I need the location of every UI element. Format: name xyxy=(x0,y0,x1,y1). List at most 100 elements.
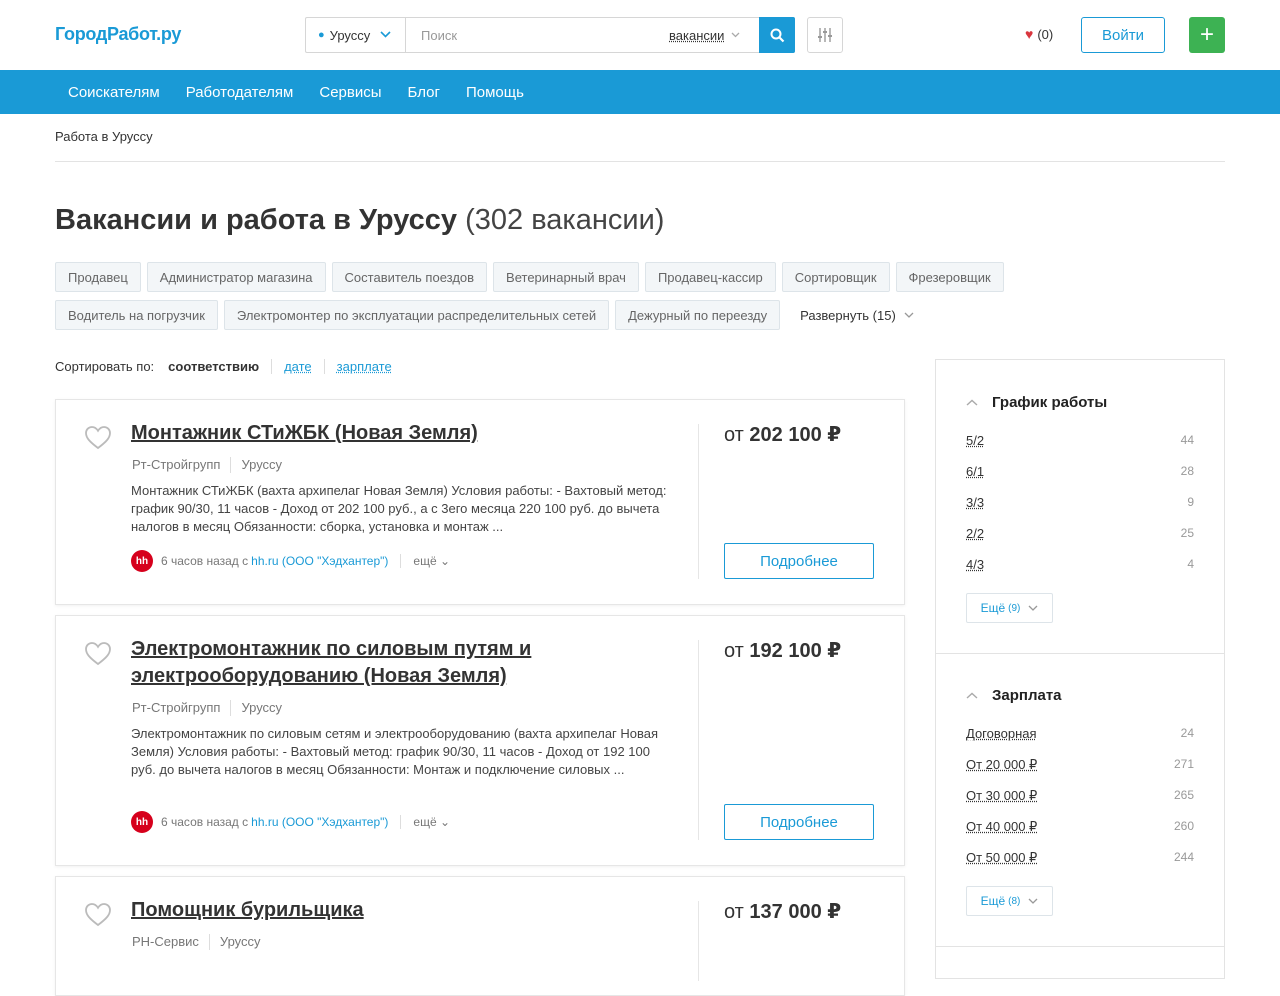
facet-count: 271 xyxy=(1174,757,1194,773)
chevron-down-icon xyxy=(1028,896,1038,907)
nav-item-services[interactable]: Сервисы xyxy=(306,84,394,101)
vacancy-meta: Рт-Стройгрупп Уруссу xyxy=(132,457,282,473)
tag-item[interactable]: Водитель на погрузчик xyxy=(55,300,218,330)
facet-option[interactable]: 2/2 xyxy=(966,526,984,541)
sort-option-salary[interactable]: зарплате xyxy=(325,359,404,374)
add-vacancy-button[interactable]: + xyxy=(1189,17,1225,53)
favorite-heart-icon[interactable] xyxy=(84,640,112,668)
more-dropdown[interactable]: ещё ⌄ xyxy=(400,815,450,829)
salary-prefix: от xyxy=(724,901,744,923)
facet-row[interactable]: 6/1 28 xyxy=(966,464,1194,479)
tag-item[interactable]: Дежурный по переезду xyxy=(615,300,780,330)
source-link[interactable]: hh.ru (ООО "Хэдхантер") xyxy=(251,554,388,568)
nav-item-help[interactable]: Помощь xyxy=(453,84,537,101)
facet-row[interactable]: От 20 000 ₽ 271 xyxy=(966,757,1194,773)
vacancy-title[interactable]: Помощник бурильщика xyxy=(131,897,601,924)
vacancy-company[interactable]: Рт-Стройгрупп xyxy=(132,457,220,473)
facet-row[interactable]: От 50 000 ₽ 244 xyxy=(966,850,1194,866)
chevron-down-icon xyxy=(380,29,391,41)
separator xyxy=(230,457,231,473)
sort-option-relevance[interactable]: соответствию xyxy=(168,359,272,374)
facet-option[interactable]: От 40 000 ₽ xyxy=(966,819,1037,835)
facet-more-button[interactable]: Ещё (9) xyxy=(966,593,1053,623)
city-label: Уруссу xyxy=(330,28,371,43)
facet-row[interactable]: Договорная 24 xyxy=(966,726,1194,741)
details-button[interactable]: Подробнее xyxy=(724,543,874,579)
vacancy-count: (302 вакансии) xyxy=(465,204,664,236)
facet-header[interactable]: Зарплата xyxy=(966,687,1062,704)
facet-count: 265 xyxy=(1174,788,1194,804)
details-button[interactable]: Подробнее xyxy=(724,804,874,840)
expand-tags-label: Развернуть (15) xyxy=(800,308,896,323)
facet-option[interactable]: 5/2 xyxy=(966,433,984,448)
vacancy-description: Электромонтажник по силовым сетям и элек… xyxy=(131,725,676,779)
favorites-link[interactable]: ♥ (0) xyxy=(1025,26,1053,42)
search-input[interactable]: Поиск xyxy=(406,18,669,52)
nav-item-employers[interactable]: Работодателям xyxy=(173,84,307,101)
salary-value: 202 100 xyxy=(749,424,821,446)
breadcrumb[interactable]: Работа в Уруссу xyxy=(55,129,153,144)
facet-option[interactable]: 6/1 xyxy=(966,464,984,479)
more-dropdown[interactable]: ещё ⌄ xyxy=(400,554,450,568)
facet-row[interactable]: 4/3 4 xyxy=(966,557,1194,572)
facet-salary: Зарплата Договорная 24 От 20 000 ₽ 271 От … xyxy=(936,653,1224,946)
more-label: Ещё xyxy=(981,894,1006,908)
sort-option-date[interactable]: дате xyxy=(272,359,325,374)
tag-item[interactable]: Электромонтер по эксплуатации распредели… xyxy=(224,300,609,330)
facet-more-button[interactable]: Ещё (8) xyxy=(966,886,1053,916)
facet-row[interactable]: 2/2 25 xyxy=(966,526,1194,541)
facet-option[interactable]: От 30 000 ₽ xyxy=(966,788,1037,804)
nav-item-jobseekers[interactable]: Соискателям xyxy=(55,84,173,101)
vacancy-meta: Рт-Стройгрупп Уруссу xyxy=(132,700,282,716)
favorite-heart-icon[interactable] xyxy=(84,424,112,452)
tag-item[interactable]: Фрезеровщик xyxy=(896,262,1004,292)
tag-item[interactable]: Продавец-кассир xyxy=(645,262,776,292)
login-button[interactable]: Войти xyxy=(1081,17,1165,53)
facet-row[interactable]: От 40 000 ₽ 260 xyxy=(966,819,1194,835)
site-logo[interactable]: ГородРабот.ру xyxy=(55,24,181,45)
nav-item-blog[interactable]: Блог xyxy=(395,84,453,101)
vacancy-time: 6 часов назад с xyxy=(161,815,248,829)
tag-item[interactable]: Администратор магазина xyxy=(147,262,326,292)
divider xyxy=(698,901,699,981)
expand-tags-button[interactable]: Развернуть (15) xyxy=(786,300,928,330)
divider xyxy=(698,424,699,579)
facet-header[interactable]: График работы xyxy=(966,394,1107,411)
facet-option[interactable]: От 50 000 ₽ xyxy=(966,850,1037,866)
chevron-down-icon xyxy=(1028,603,1038,614)
more-label: ещё xyxy=(413,815,436,829)
chevron-up-icon xyxy=(966,690,978,702)
facet-option[interactable]: 4/3 xyxy=(966,557,984,572)
facet-option[interactable]: От 20 000 ₽ xyxy=(966,757,1037,773)
facet-row[interactable]: От 30 000 ₽ 265 xyxy=(966,788,1194,804)
vacancy-company[interactable]: Рт-Стройгрупп xyxy=(132,700,220,716)
tag-item[interactable]: Составитель поездов xyxy=(332,262,488,292)
vacancy-salary: от 192 100 ₽ xyxy=(724,638,841,663)
facet-count: 25 xyxy=(1181,526,1194,541)
filter-sidebar: График работы 5/2 44 6/1 28 3/3 9 2/2 25 4/3… xyxy=(935,359,1225,979)
header: ГородРабот.ру ● Уруссу Поиск вакансии ♥ … xyxy=(0,0,1280,70)
facet-option[interactable]: Договорная xyxy=(966,726,1037,741)
tag-item[interactable]: Продавец xyxy=(55,262,141,292)
vacancy-title[interactable]: Монтажник СТиЖБК (Новая Земля) xyxy=(131,420,601,447)
facet-option[interactable]: 3/3 xyxy=(966,495,984,510)
tag-item[interactable]: Ветеринарный врач xyxy=(493,262,639,292)
facet-row[interactable]: 5/2 44 xyxy=(966,433,1194,448)
filter-button[interactable] xyxy=(807,17,843,53)
location-pin-icon: ● xyxy=(318,29,325,41)
city-selector[interactable]: ● Уруссу xyxy=(306,18,406,52)
facet-count: 28 xyxy=(1181,464,1194,479)
facet-count: 9 xyxy=(1187,495,1194,510)
more-label: ещё xyxy=(413,554,436,568)
facet-row[interactable]: 3/3 9 xyxy=(966,495,1194,510)
vacancy-company[interactable]: РН-Сервис xyxy=(132,934,199,950)
search-button[interactable] xyxy=(759,17,795,53)
vacancy-salary: от 137 000 ₽ xyxy=(724,899,841,924)
source-link[interactable]: hh.ru (ООО "Хэдхантер") xyxy=(251,815,388,829)
tag-item[interactable]: Сортировщик xyxy=(782,262,890,292)
sort-bar: Сортировать по: соответствию дате зарпла… xyxy=(55,359,404,374)
vacancy-title[interactable]: Электромонтажник по силовым путям и элек… xyxy=(131,636,601,690)
favorite-heart-icon[interactable] xyxy=(84,901,112,929)
main-nav: Соискателям Работодателям Сервисы Блог П… xyxy=(0,70,1280,114)
search-type-selector[interactable]: вакансии xyxy=(669,18,759,52)
